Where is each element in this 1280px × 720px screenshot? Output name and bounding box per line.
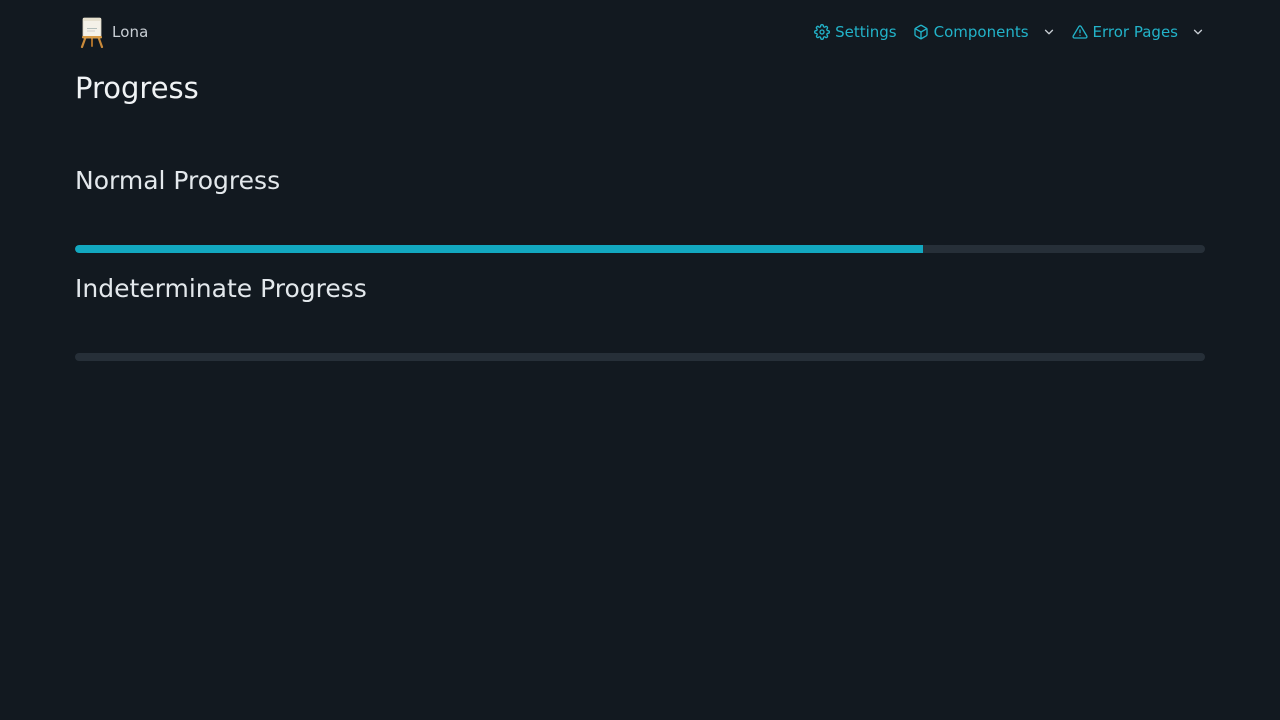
nav-components-label: Components bbox=[933, 23, 1029, 41]
normal-progress-fill bbox=[75, 245, 923, 253]
brand-link[interactable]: Lona bbox=[79, 16, 148, 48]
nav-settings-link[interactable]: Settings bbox=[814, 23, 897, 41]
brand-name: Lona bbox=[112, 23, 149, 41]
normal-progress-bar bbox=[75, 245, 1205, 253]
cube-icon bbox=[913, 24, 929, 40]
easel-logo-icon bbox=[80, 17, 104, 48]
page-title: Progress bbox=[75, 71, 199, 105]
nav-error-pages-link[interactable]: Error Pages bbox=[1071, 23, 1205, 41]
warning-triangle-icon bbox=[1071, 24, 1088, 40]
page: Lona Settings Components Error Pages Pro… bbox=[0, 0, 1280, 720]
navbar: Lona Settings Components Error Pages bbox=[75, 0, 1205, 64]
section-title-normal-progress: Normal Progress bbox=[75, 166, 281, 195]
nav-components-link[interactable]: Components bbox=[913, 23, 1056, 41]
indeterminate-progress-bar bbox=[75, 353, 1205, 361]
nav-settings-label: Settings bbox=[835, 23, 897, 41]
nav-links: Settings Components Error Pages bbox=[814, 0, 1205, 64]
chevron-down-icon[interactable] bbox=[1042, 25, 1056, 39]
chevron-down-icon[interactable] bbox=[1191, 25, 1205, 39]
section-title-indeterminate-progress: Indeterminate Progress bbox=[75, 274, 367, 303]
nav-error-pages-label: Error Pages bbox=[1092, 23, 1178, 41]
gear-icon bbox=[814, 24, 831, 40]
